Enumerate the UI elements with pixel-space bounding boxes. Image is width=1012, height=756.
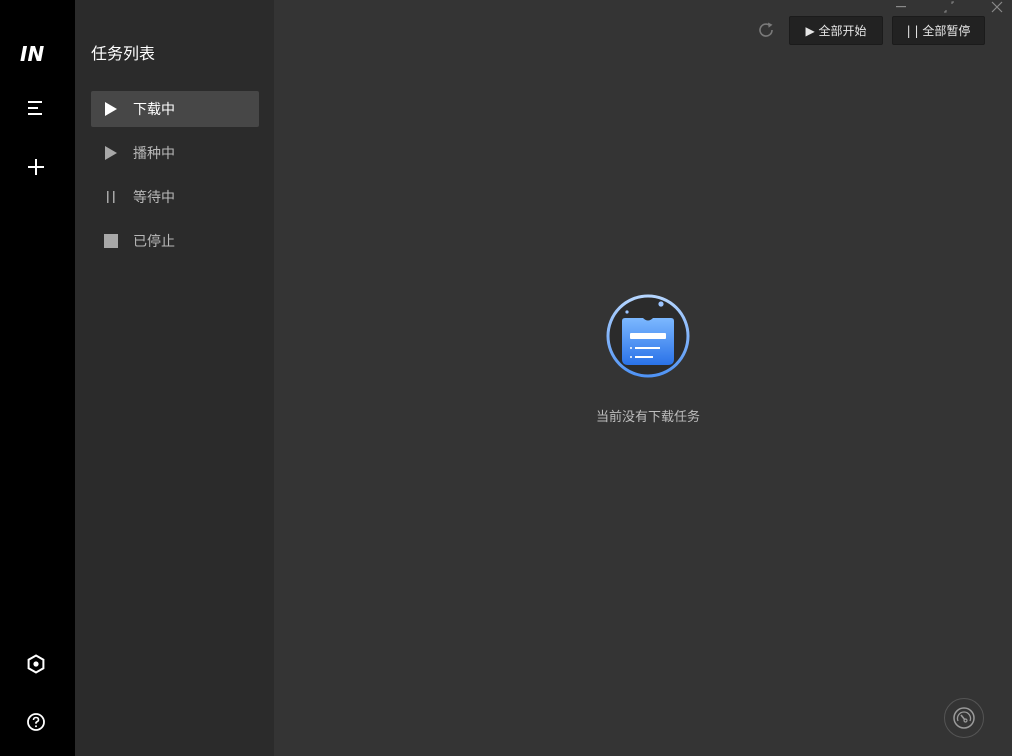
minimize-icon[interactable] — [890, 0, 912, 14]
stop-icon — [101, 231, 121, 251]
task-item-label: 播种中 — [133, 146, 175, 162]
settings-icon[interactable] — [20, 648, 52, 680]
empty-tasks-illustration — [605, 293, 691, 379]
pause-all-button[interactable]: | | 全部暂停 — [892, 16, 985, 45]
svg-text:IN: IN — [20, 42, 44, 66]
task-item-stopped[interactable]: 已停止 — [91, 223, 259, 259]
task-item-label: 等待中 — [133, 190, 175, 206]
task-list-panel: 任务列表 下载中 播种中 等待中 已停止 — [75, 0, 274, 756]
maximize-icon[interactable] — [938, 0, 960, 14]
speed-limit-button[interactable] — [944, 698, 984, 738]
app-window: IN 任务列表 下载中 播种中 等待中 已停止 ▶ 全部开始 | | 全部暂停 … — [0, 0, 1012, 756]
left-rail: IN — [0, 0, 75, 756]
menu-icon[interactable] — [20, 92, 52, 124]
start-all-button[interactable]: ▶ 全部开始 — [789, 16, 883, 45]
task-item-label: 下载中 — [133, 102, 175, 118]
panel-title: 任务列表 — [91, 44, 156, 63]
close-icon[interactable] — [986, 0, 1008, 14]
app-logo: IN — [18, 40, 56, 66]
task-item-waiting[interactable]: 等待中 — [91, 179, 259, 215]
empty-state-text: 当前没有下载任务 — [595, 410, 700, 425]
task-item-downloading[interactable]: 下载中 — [91, 91, 259, 127]
play-icon — [101, 143, 121, 163]
refresh-icon[interactable] — [754, 18, 778, 42]
add-icon[interactable] — [20, 151, 52, 183]
task-item-label: 已停止 — [133, 234, 175, 250]
play-icon — [101, 99, 121, 119]
task-item-seeding[interactable]: 播种中 — [91, 135, 259, 171]
pause-icon — [101, 187, 121, 207]
main-content: ▶ 全部开始 | | 全部暂停 当前没有下载任务 — [274, 0, 1012, 756]
help-icon[interactable] — [20, 706, 52, 738]
speedometer-icon — [953, 707, 975, 729]
